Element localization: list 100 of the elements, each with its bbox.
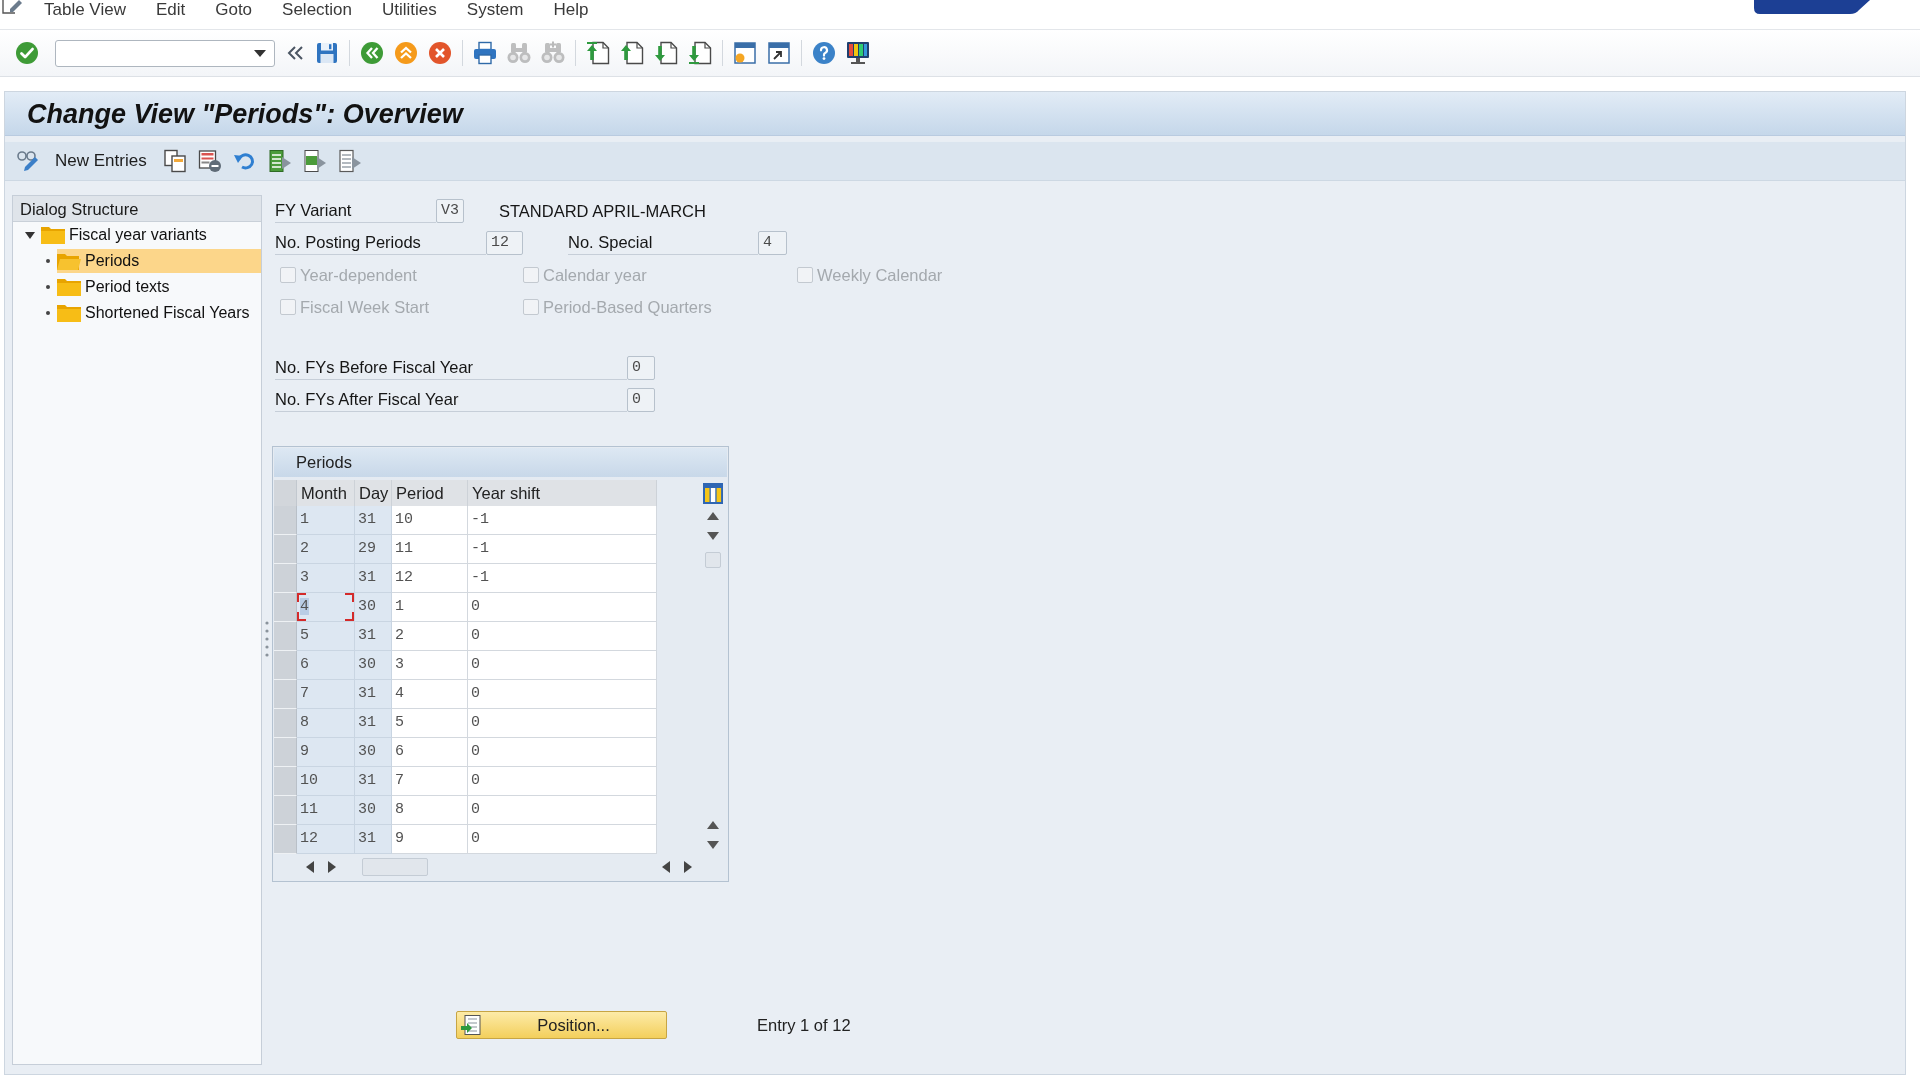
- column-header[interactable]: Month: [297, 480, 355, 506]
- menu-item[interactable]: Utilities: [382, 0, 437, 20]
- table-cell: 5: [297, 622, 355, 651]
- table-title: Periods: [274, 448, 727, 477]
- scroll-left-icon[interactable]: [306, 861, 314, 873]
- new-window-icon[interactable]: [733, 41, 757, 65]
- save-icon[interactable]: [315, 41, 339, 65]
- list-minus-icon[interactable]: [197, 149, 222, 173]
- first-page-icon[interactable]: [586, 41, 610, 65]
- table-cell: 6: [392, 738, 468, 767]
- scrollbar-thumb[interactable]: [705, 552, 721, 568]
- table-cell: 0: [468, 825, 657, 854]
- table-cell: 0: [468, 622, 657, 651]
- scroll-up-icon[interactable]: [707, 821, 719, 829]
- exit-icon[interactable]: [394, 41, 418, 65]
- menu-item[interactable]: System: [466, 0, 524, 20]
- table-cell: 2: [392, 622, 468, 651]
- checkbox-label: Fiscal Week Start: [300, 297, 429, 317]
- table-cell: 30: [355, 651, 392, 680]
- next-page-icon[interactable]: [654, 41, 678, 65]
- splitter-handle-icon[interactable]: [265, 621, 269, 657]
- expand-arrow-icon[interactable]: [25, 230, 35, 240]
- table-cell: 1: [392, 593, 468, 622]
- input-field[interactable]: 4: [758, 231, 787, 255]
- input-field[interactable]: V3: [436, 199, 464, 223]
- column-header[interactable]: Day: [355, 480, 392, 506]
- glasses-pencil-icon[interactable]: [16, 149, 40, 173]
- menu-item[interactable]: Table View: [44, 0, 126, 20]
- table-cell: 5: [392, 709, 468, 738]
- open-folder-icon: [57, 252, 81, 270]
- previous-page-icon[interactable]: [620, 41, 644, 65]
- menu-item[interactable]: Selection: [282, 0, 352, 20]
- table-cell: 31: [355, 680, 392, 709]
- table-cell: 3: [297, 564, 355, 593]
- column-header[interactable]: Year shift: [468, 480, 657, 506]
- input-field[interactable]: 12: [486, 231, 523, 255]
- back-icon[interactable]: [360, 41, 384, 65]
- table-cell: 0: [468, 796, 657, 825]
- table-cell: 30: [355, 796, 392, 825]
- select-block-icon[interactable]: [302, 149, 327, 173]
- print-icon[interactable]: [473, 41, 497, 65]
- table-cell: 30: [355, 738, 392, 767]
- table-cell: 1: [297, 506, 355, 535]
- table-cell: 3: [392, 651, 468, 680]
- table-cell: 0: [468, 709, 657, 738]
- table-cell: 7: [392, 767, 468, 796]
- new-entries-button[interactable]: New Entries: [53, 149, 149, 173]
- scroll-right-icon[interactable]: [328, 861, 336, 873]
- select-all-icon[interactable]: [267, 149, 292, 173]
- scroll-up-icon[interactable]: [707, 512, 719, 520]
- scroll-down-icon[interactable]: [707, 841, 719, 849]
- column-layout-icon[interactable]: [703, 483, 723, 504]
- window-menu-icon[interactable]: [2, 0, 22, 14]
- table-cell: 8: [392, 796, 468, 825]
- folder-icon: [41, 226, 65, 244]
- field-label: No. FYs After Fiscal Year: [275, 388, 627, 412]
- table-cell: 31: [355, 767, 392, 796]
- table-cell: 12: [297, 825, 355, 854]
- table-cell: 0: [468, 593, 657, 622]
- copy-icon[interactable]: [162, 149, 187, 173]
- table-cell: 11: [297, 796, 355, 825]
- menu-item[interactable]: Goto: [215, 0, 253, 20]
- cancel-icon[interactable]: [428, 41, 452, 65]
- input-field[interactable]: 0: [627, 388, 655, 412]
- table-cell: 9: [297, 738, 355, 767]
- help-icon[interactable]: [812, 41, 836, 65]
- table-cell: -1: [468, 535, 657, 564]
- tree-item[interactable]: Shortened Fiscal Years: [57, 301, 261, 325]
- table-cell: 0: [468, 767, 657, 796]
- scrollbar-thumb[interactable]: [362, 858, 428, 876]
- folder-icon: [57, 304, 81, 322]
- monitor-icon[interactable]: [846, 41, 870, 65]
- menu-item[interactable]: Help: [553, 0, 589, 20]
- table-cell: 9: [392, 825, 468, 854]
- entry-status: Entry 1 of 12: [757, 1015, 851, 1035]
- command-field[interactable]: [55, 39, 275, 67]
- table-cell: -1: [468, 564, 657, 593]
- folder-icon: [57, 278, 81, 296]
- table-cell: 0: [468, 738, 657, 767]
- scroll-left-icon[interactable]: [662, 861, 670, 873]
- scroll-right-icon[interactable]: [684, 861, 692, 873]
- tree-item[interactable]: Period texts: [57, 275, 261, 299]
- panel-header: Dialog Structure: [13, 196, 261, 222]
- menu-item[interactable]: Edit: [155, 0, 186, 20]
- deselect-all-icon[interactable]: [337, 149, 362, 173]
- input-field[interactable]: 0: [627, 356, 655, 380]
- scroll-down-icon[interactable]: [707, 532, 719, 540]
- table-cell: 4: [392, 680, 468, 709]
- column-header[interactable]: Period: [392, 480, 468, 506]
- screen-title: Change View "Periods": Overview: [27, 97, 463, 130]
- last-page-icon[interactable]: [688, 41, 712, 65]
- tree-item[interactable]: Periods: [57, 249, 261, 273]
- table-cell: 30: [355, 593, 392, 622]
- dropdown-caret-icon[interactable]: [254, 49, 266, 57]
- position-button[interactable]: Position...: [456, 1011, 667, 1039]
- table-cell: 0: [468, 680, 657, 709]
- enter-icon[interactable]: [15, 41, 39, 65]
- tree-item[interactable]: Fiscal year variants: [41, 223, 261, 247]
- table-cell: -1: [468, 506, 657, 535]
- bullet-icon: [46, 259, 50, 263]
